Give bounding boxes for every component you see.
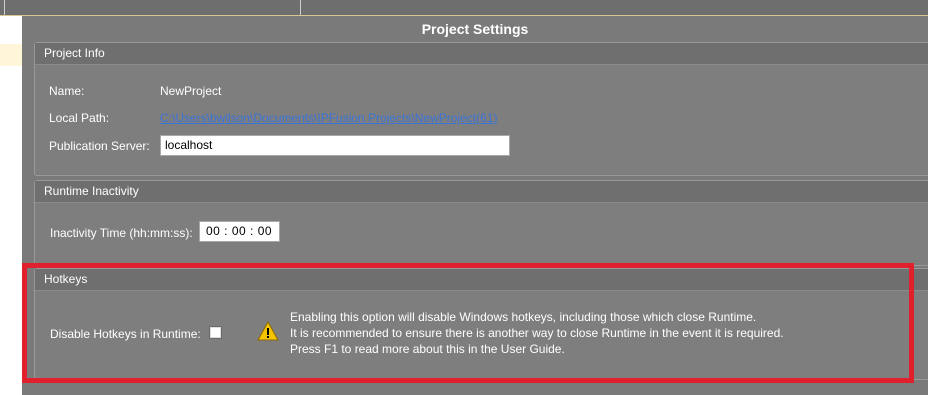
hotkeys-header: Hotkeys xyxy=(35,269,928,291)
inactivity-time-label: Inactivity Time (hh:mm:ss): xyxy=(50,226,193,240)
top-toolbar-strip xyxy=(0,0,928,16)
inactivity-time-input[interactable]: 00 : 00 : 00 xyxy=(199,221,280,242)
project-info-group: Project Info Name: NewProject Local Path… xyxy=(34,42,928,176)
divider xyxy=(300,0,301,15)
publication-server-input[interactable]: localhost xyxy=(160,135,510,156)
warning-line-3: Press F1 to read more about this in the … xyxy=(290,342,565,356)
runtime-inactivity-header: Runtime Inactivity xyxy=(35,181,928,203)
warning-line-2: It is recommended to ensure there is ano… xyxy=(290,326,784,340)
warning-icon xyxy=(257,320,279,341)
page-title: Project Settings xyxy=(421,21,529,37)
local-path-link[interactable]: C:\Users\bwilson\Documents\IPFusion Proj… xyxy=(160,111,497,125)
runtime-inactivity-group: Runtime Inactivity Inactivity Time (hh:m… xyxy=(34,180,928,266)
warning-line-1: Enabling this option will disable Window… xyxy=(290,310,757,324)
publication-server-label: Publication Server: xyxy=(49,139,150,153)
name-value: NewProject xyxy=(160,84,222,98)
settings-window: Project Settings Project Info Name: NewP… xyxy=(0,0,928,395)
left-side-panel xyxy=(0,16,22,395)
name-label: Name: xyxy=(49,84,85,98)
divider xyxy=(4,0,5,15)
hotkeys-group: Hotkeys Disable Hotkeys in Runtime: Enab… xyxy=(34,268,928,380)
disable-hotkeys-label: Disable Hotkeys in Runtime: xyxy=(50,327,201,341)
project-info-header: Project Info xyxy=(35,43,928,65)
settings-main-area: Project Settings Project Info Name: NewP… xyxy=(22,16,928,395)
local-path-label: Local Path: xyxy=(49,111,110,125)
disable-hotkeys-checkbox[interactable] xyxy=(209,326,222,339)
selected-item-highlight[interactable] xyxy=(0,44,22,66)
